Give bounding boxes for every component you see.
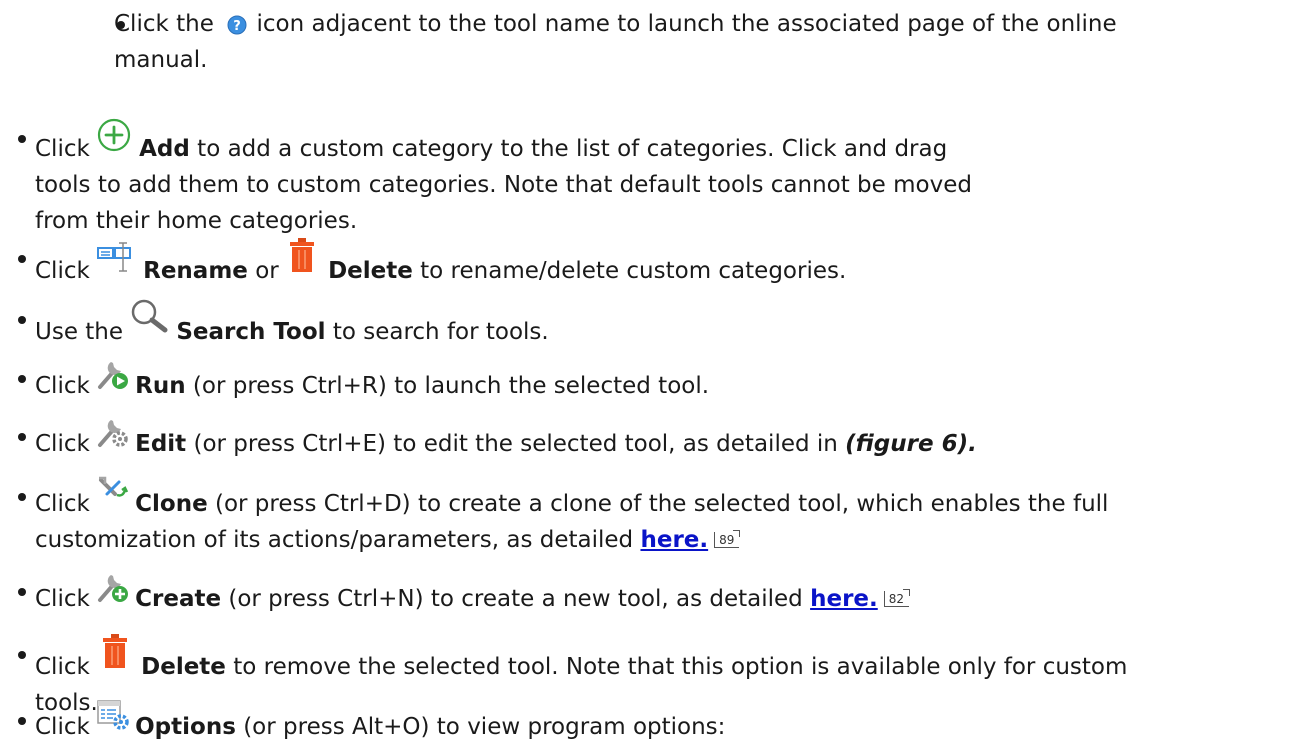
here-link[interactable]: here. <box>810 586 878 612</box>
search-icon <box>130 299 168 333</box>
list-item-search: Use the Search Tool to search for tools. <box>35 299 1285 350</box>
here-link[interactable]: here. <box>640 527 708 553</box>
list-item-clone: Click Clone (or press Ctrl+D) to create … <box>35 476 1295 558</box>
bullet <box>18 717 26 725</box>
bullet <box>18 493 26 501</box>
page-reference[interactable]: 89 <box>714 530 741 548</box>
list-item-help: Click the ? icon adjacent to the tool na… <box>114 11 1117 73</box>
bullet <box>18 135 26 143</box>
bullet <box>18 588 26 596</box>
figure-reference: (figure 6). <box>845 431 977 457</box>
create-icon <box>97 571 129 603</box>
bullet <box>18 255 26 263</box>
clone-icon <box>97 476 129 506</box>
bullet <box>18 375 26 383</box>
edit-icon <box>97 416 129 448</box>
list-item-rename: Click Rename or Delete to rename/delete … <box>35 238 1285 289</box>
svg-text:?: ? <box>233 19 241 34</box>
bullet <box>18 316 26 324</box>
rename-icon <box>97 242 133 272</box>
list-item-run: Click Run (or press Ctrl+R) to launch th… <box>35 358 1285 404</box>
list-item-options: Click Options (or press Alt+O) to view p… <box>35 700 1285 745</box>
trash-icon <box>290 238 315 272</box>
bullet <box>18 433 26 441</box>
bullet <box>18 651 26 659</box>
add-icon <box>97 118 131 152</box>
help-icon: ? <box>227 15 247 35</box>
list-item-create: Click Create (or press Ctrl+N) to create… <box>35 571 1285 617</box>
options-icon <box>97 700 129 730</box>
list-item-add: Click Add to add a custom category to th… <box>35 118 1285 239</box>
page-reference[interactable]: 82 <box>883 589 911 607</box>
trash-icon <box>103 634 128 668</box>
run-icon <box>97 358 129 390</box>
list-item-edit: Click Edit (or press Ctrl+E) to edit the… <box>35 416 1285 462</box>
